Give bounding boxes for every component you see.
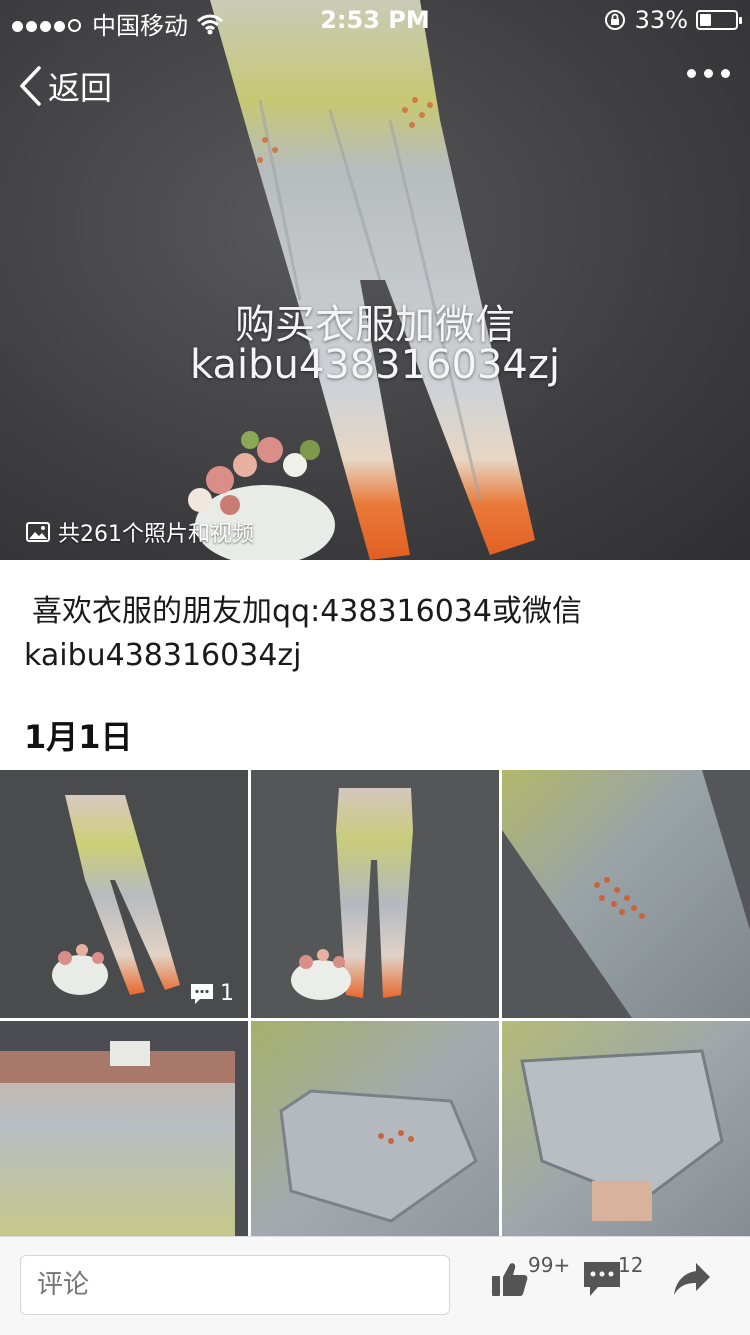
photo-count-label: 共261个照片和视频 (58, 522, 254, 547)
back-button[interactable]: 返回 (18, 63, 112, 109)
image-icon (26, 522, 50, 542)
grid-photo[interactable] (251, 1021, 499, 1269)
comment-badge: 1 (190, 981, 234, 1006)
grid-photo[interactable] (502, 1021, 750, 1269)
share-button[interactable] (672, 1259, 712, 1303)
more-dots-icon (687, 69, 696, 78)
photo-count-link[interactable]: 共261个照片和视频 (26, 516, 254, 548)
thumbs-up-icon (492, 1263, 528, 1296)
grid-photo[interactable] (502, 770, 750, 1018)
description-line2: kaibu438316034zj (24, 638, 302, 673)
comment-count: 12 (618, 1253, 644, 1277)
post-description: 喜欢衣服的朋友加qq:438316034或微信 kaibu438316034zj (24, 590, 724, 678)
comment-button[interactable]: 12 (582, 1253, 643, 1303)
more-button[interactable] (687, 69, 730, 78)
share-arrow-icon (674, 1263, 710, 1295)
hero-image[interactable]: 中国移动 2:53 PM 33% 返回 购买衣服加微信 kaibu4383160… (0, 0, 750, 560)
jeans-pocket-thumbnail (502, 1021, 750, 1240)
comment-bubble-icon (584, 1262, 620, 1296)
jeans-pocket-thumbnail (251, 1021, 499, 1240)
jeans-waist-thumbnail (0, 1021, 248, 1240)
rotation-lock-icon (604, 10, 625, 30)
nav-bar: 返回 (0, 55, 750, 115)
grid-photo[interactable] (0, 1021, 248, 1269)
chevron-left-icon (20, 66, 41, 106)
photo-grid: 1 (0, 770, 750, 1240)
back-label: 返回 (48, 69, 113, 107)
like-count: 99+ (528, 1253, 571, 1277)
bottom-bar: 99+ 12 (0, 1236, 750, 1335)
status-bar: 中国移动 2:53 PM 33% (0, 0, 750, 40)
like-button[interactable]: 99+ (490, 1253, 570, 1303)
comment-bubble-icon (191, 983, 213, 1004)
comment-input[interactable] (20, 1255, 450, 1315)
description-line1: 喜欢衣服的朋友加qq:438316034或微信 (32, 594, 582, 629)
post-date: 1月1日 (24, 718, 133, 756)
jeans-thumbnail (251, 770, 499, 1018)
jeans-closeup-thumbnail (502, 770, 750, 1018)
grid-photo[interactable] (251, 770, 499, 1018)
battery-icon (696, 10, 742, 30)
battery-percent: 33% (634, 6, 688, 34)
grid-photo[interactable]: 1 (0, 770, 248, 1018)
overlay-text-line2: kaibu438316034zj (190, 342, 560, 388)
comment-badge-count: 1 (220, 981, 234, 1006)
